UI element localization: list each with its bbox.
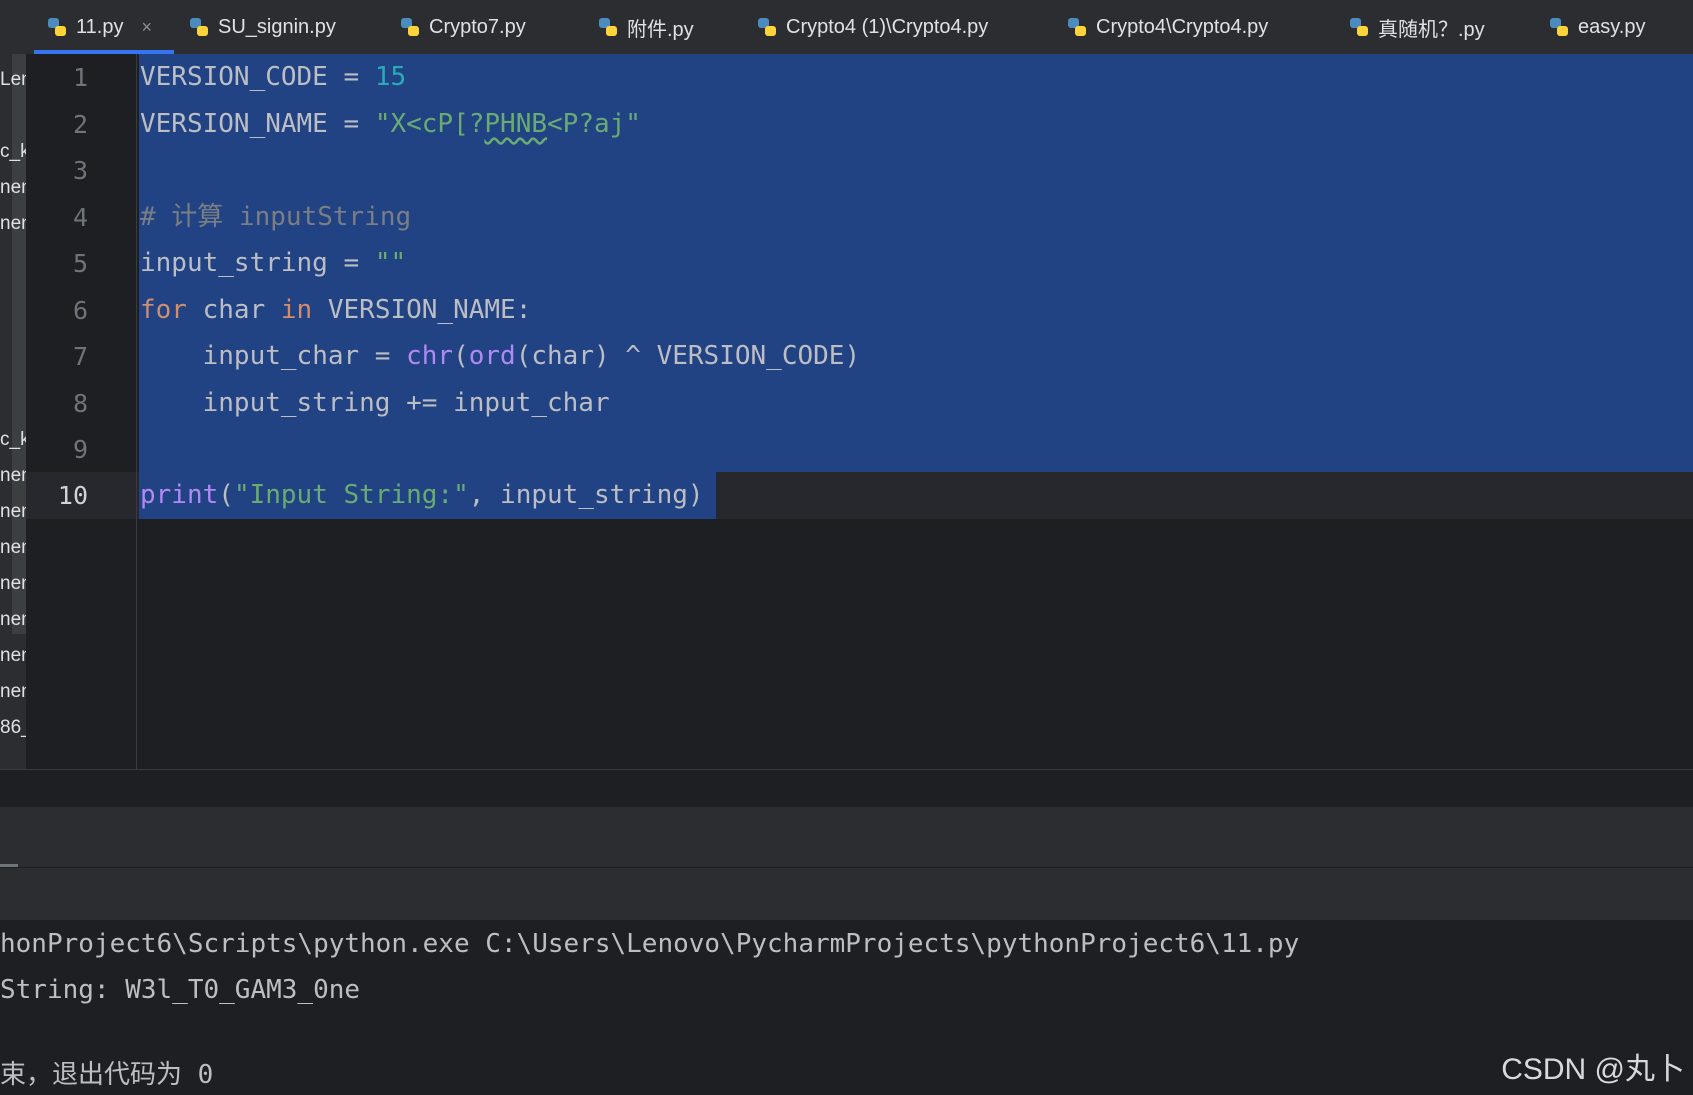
code-line-2: VERSION_NAME = "X<cP[?PHNB<P?aj" bbox=[140, 101, 641, 148]
console-exit-line: 束，退出代码为 0 bbox=[0, 1060, 214, 1090]
code-line-5: input_string = "" bbox=[140, 240, 406, 287]
typo-warning[interactable]: PHNB bbox=[484, 109, 547, 139]
line-number: 8 bbox=[72, 389, 88, 418]
line-number: 2 bbox=[72, 110, 88, 139]
python-file-icon bbox=[1550, 18, 1568, 36]
identifier: VERSION_NAME bbox=[140, 109, 328, 139]
tab-11-py[interactable]: 11.py × bbox=[34, 0, 174, 54]
expression: (char) ^ VERSION_CODE) bbox=[515, 341, 861, 371]
python-file-icon bbox=[48, 18, 66, 36]
tree-item[interactable]: 86_ bbox=[0, 717, 26, 739]
line-number: 7 bbox=[72, 342, 88, 371]
identifier: VERSION_CODE bbox=[140, 62, 328, 92]
tab-su-signin-py[interactable]: SU_signin.py bbox=[188, 0, 336, 54]
builtin-chr: chr bbox=[406, 341, 454, 371]
tree-item[interactable]: nen bbox=[0, 609, 26, 631]
tab-label: 附件.py bbox=[627, 18, 694, 41]
tab-label: Crypto7.py bbox=[429, 15, 526, 38]
expression: , input_string bbox=[468, 480, 688, 510]
code-editor[interactable]: 1 2 3 4 5 6 7 8 9 10 VERSION_CODE = 15 V… bbox=[26, 54, 1693, 769]
console-output-line: String: W3l_T0_GAM3_0ne bbox=[0, 975, 361, 1005]
keyword-for: for bbox=[140, 295, 187, 325]
line-number: 9 bbox=[72, 435, 88, 464]
python-file-icon bbox=[758, 18, 776, 36]
line-number: 6 bbox=[72, 296, 88, 325]
tree-item[interactable]: nen bbox=[0, 537, 26, 559]
code-line-10: print("Input String:", input_string) bbox=[140, 472, 704, 519]
tab-attachment-py[interactable]: 附件.py bbox=[597, 0, 694, 54]
editor-bottom-edge bbox=[0, 769, 1693, 808]
tree-item[interactable]: nen bbox=[0, 681, 26, 703]
string-literal: "Input String:" bbox=[233, 480, 469, 510]
tab-crypto4-py[interactable]: Crypto4\Crypto4.py bbox=[1066, 0, 1268, 54]
line-number: 1 bbox=[72, 63, 88, 92]
code-line-7: input_char = chr(ord(char) ^ VERSION_COD… bbox=[140, 333, 860, 380]
editor-tab-bar: 11.py × SU_signin.py Crypto7.py 附件.py Cr… bbox=[0, 0, 1693, 55]
builtin-ord: ord bbox=[468, 341, 516, 371]
keyword-in: in bbox=[280, 295, 313, 325]
operator: = bbox=[327, 109, 375, 139]
tree-item[interactable]: nen bbox=[0, 645, 26, 667]
tab-label: Crypto4\Crypto4.py bbox=[1096, 15, 1269, 38]
tree-item[interactable]: Len bbox=[0, 69, 26, 91]
identifier: input_char = bbox=[202, 341, 407, 371]
run-console[interactable]: honProject6\Scripts\python.exe C:\Users\… bbox=[0, 920, 1693, 1095]
code-line-4-comment: # 计算 inputString bbox=[140, 202, 412, 232]
tab-crypto7-py[interactable]: Crypto7.py bbox=[399, 0, 526, 54]
identifier: input_string bbox=[140, 248, 328, 278]
string-literal: "" bbox=[374, 248, 407, 278]
code-line-6: for char in VERSION_NAME: bbox=[140, 287, 531, 334]
paren: ( bbox=[453, 341, 469, 371]
console-command-line: honProject6\Scripts\python.exe C:\Users\… bbox=[0, 929, 1300, 959]
tab-label: SU_signin.py bbox=[218, 15, 336, 38]
identifier: char bbox=[186, 295, 281, 325]
tab-label: Crypto4 (1)\Crypto4.py bbox=[786, 15, 989, 38]
tab-true-random-py[interactable]: 真随机？.py bbox=[1348, 0, 1485, 54]
line-number: 4 bbox=[72, 203, 88, 232]
close-tab-icon[interactable]: × bbox=[141, 17, 152, 38]
operator: = bbox=[327, 62, 375, 92]
tree-item[interactable]: c_k bbox=[0, 429, 26, 451]
operator: = bbox=[327, 248, 375, 278]
paren: ( bbox=[218, 480, 234, 510]
builtin-print: print bbox=[140, 480, 219, 510]
tree-item[interactable]: nen bbox=[0, 213, 26, 235]
tree-item[interactable]: c_k bbox=[0, 141, 26, 163]
line-number: 3 bbox=[72, 156, 88, 185]
run-toolbar bbox=[0, 867, 1693, 920]
code-line-8: input_string += input_char bbox=[140, 388, 610, 418]
python-file-icon bbox=[1350, 18, 1368, 36]
tree-item[interactable]: nen bbox=[0, 465, 26, 487]
python-file-icon bbox=[599, 18, 617, 36]
number-literal: 15 bbox=[374, 62, 407, 92]
tree-item[interactable]: nen bbox=[0, 501, 26, 523]
python-file-icon bbox=[401, 18, 419, 36]
project-tree-panel: Len c_k nen nen c_k nen nen nen nen nen … bbox=[0, 54, 26, 807]
tab-label: easy.py bbox=[1578, 15, 1646, 38]
tab-crypto4-1-py[interactable]: Crypto4 (1)\Crypto4.py bbox=[756, 0, 988, 54]
python-file-icon bbox=[1068, 18, 1086, 36]
line-number-gutter[interactable]: 1 2 3 4 5 6 7 8 9 10 bbox=[26, 54, 137, 769]
tab-easy-py[interactable]: easy.py bbox=[1548, 0, 1645, 54]
code-line-1: VERSION_CODE = 15 bbox=[140, 54, 406, 101]
string-literal: <P?aj" bbox=[547, 109, 641, 139]
python-file-icon bbox=[190, 18, 208, 36]
tab-label: 11.py bbox=[76, 15, 124, 38]
run-tool-window-tabs[interactable] bbox=[0, 807, 1693, 867]
watermark-text: CSDN @丸卜 bbox=[1501, 1053, 1685, 1086]
tab-label: 真随机？.py bbox=[1378, 18, 1485, 41]
line-number: 5 bbox=[72, 249, 88, 278]
string-literal: "X<cP[? bbox=[374, 109, 485, 139]
tree-item[interactable]: nen bbox=[0, 573, 26, 595]
identifier: VERSION_NAME: bbox=[312, 295, 532, 325]
tree-item[interactable]: nen bbox=[0, 177, 26, 199]
paren: ) bbox=[687, 480, 704, 510]
line-number-current: 10 bbox=[57, 481, 88, 510]
